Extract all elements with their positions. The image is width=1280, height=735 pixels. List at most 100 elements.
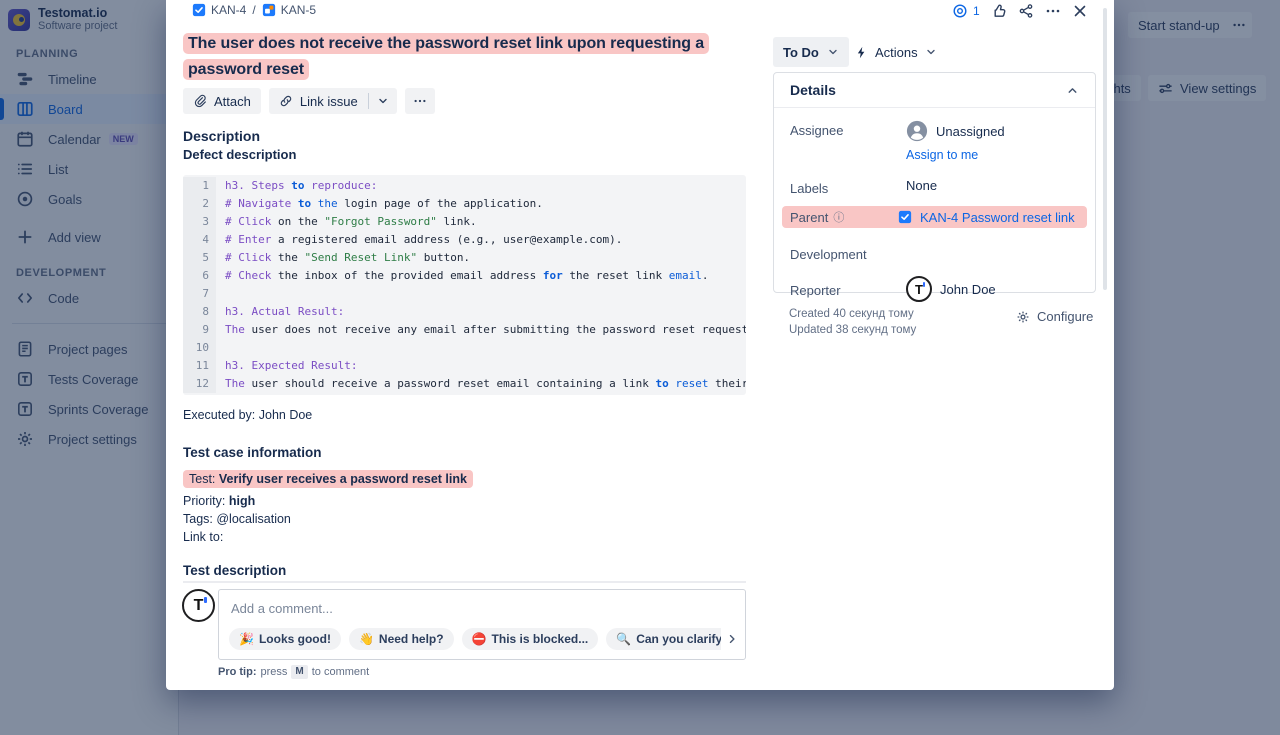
- labels-label: Labels: [790, 178, 906, 196]
- issue-title-highlight: The user does not receive the password r…: [183, 33, 709, 80]
- breadcrumb-parent-label: KAN-4: [211, 3, 246, 17]
- code-line-number: 4: [183, 231, 216, 249]
- reporter-avatar: T: [906, 276, 932, 302]
- parent-label: Parent: [790, 210, 828, 225]
- pill-label: Need help?: [379, 632, 444, 646]
- link-issue-button[interactable]: Link issue: [269, 88, 368, 114]
- assign-to-me-link[interactable]: Assign to me: [906, 148, 1005, 162]
- link-issue-caret[interactable]: [369, 88, 397, 114]
- more-icon: [413, 94, 427, 108]
- details-heading: Details: [790, 82, 836, 98]
- priority-label: Priority:: [183, 494, 229, 508]
- assignee-value[interactable]: Unassigned: [906, 120, 1005, 142]
- parent-row-highlight: Parent ⓘ KAN-4 Password reset link: [782, 206, 1087, 228]
- code-line-content: # Click on the "Forgot Password" link.: [216, 213, 746, 231]
- code-line: 12The user should receive a password res…: [183, 375, 746, 393]
- current-user-avatar: T: [182, 589, 215, 622]
- attach-button[interactable]: Attach: [183, 88, 261, 114]
- code-line: 3# Click on the "Forgot Password" link.: [183, 213, 746, 231]
- breadcrumb: KAN-4 / KAN-5: [192, 3, 316, 17]
- breadcrumb-parent[interactable]: KAN-4: [192, 3, 246, 17]
- code-line: 2# Navigate to the login page of the app…: [183, 195, 746, 213]
- thumbs-up-icon[interactable]: [991, 3, 1007, 19]
- share-icon[interactable]: [1018, 3, 1034, 19]
- chevron-up-icon[interactable]: [1066, 84, 1079, 97]
- gear-icon: [1016, 310, 1030, 324]
- test-value: Verify user receives a password reset li…: [219, 472, 467, 486]
- more-icon[interactable]: [1045, 3, 1061, 19]
- comment-box[interactable]: Add a comment... 🎉Looks good! 👋 Need help?…: [218, 589, 746, 660]
- watch-eye-icon[interactable]: [952, 3, 968, 19]
- test-line: Test: Verify user receives a password re…: [183, 470, 473, 488]
- code-line: 8h3. Actual Result:: [183, 303, 746, 321]
- code-line-content: h3. Expected Result:: [216, 357, 746, 375]
- labels-row: Labels None: [790, 178, 1079, 196]
- issue-title[interactable]: The user does not receive the password r…: [183, 31, 761, 83]
- test-line-highlight: Test: Verify user receives a password re…: [183, 470, 473, 488]
- parent-value[interactable]: KAN-4 Password reset link: [898, 210, 1075, 225]
- task-icon: [898, 210, 912, 224]
- pill-label: Can you clarify...?: [636, 632, 721, 646]
- configure-button[interactable]: Configure: [1016, 309, 1093, 324]
- info-icon[interactable]: ⓘ: [833, 209, 844, 225]
- comment-placeholder: Add a comment...: [231, 601, 333, 616]
- attach-label: Attach: [214, 94, 251, 109]
- toolbar-more-button[interactable]: [405, 88, 435, 114]
- modal-scrollbar[interactable]: [1103, 8, 1107, 290]
- code-line-content: [216, 285, 746, 303]
- issue-modal: KAN-4 / KAN-5 1 The user does not receiv…: [166, 0, 1114, 690]
- code-line: 6# Check the inbox of the provided email…: [183, 267, 746, 285]
- code-line: 4# Enter a registered email address (e.g…: [183, 231, 746, 249]
- status-dropdown[interactable]: To Do: [773, 37, 849, 67]
- pill-emoji-icon: 👋: [359, 632, 374, 646]
- labels-value[interactable]: None: [906, 178, 937, 193]
- details-panel: Details Assignee Unassigned Assign to me…: [773, 72, 1096, 293]
- pill-emoji-icon: ⛔: [472, 632, 487, 646]
- code-line-content: The user does not receive any email afte…: [216, 321, 746, 339]
- code-line-number: 7: [183, 285, 216, 303]
- configure-label: Configure: [1037, 309, 1093, 324]
- quick-reply-pill[interactable]: 🎉Looks good!: [229, 628, 341, 650]
- link-issue-split-button: Link issue: [269, 88, 397, 114]
- code-line-content: # Navigate to the login page of the appl…: [216, 195, 746, 213]
- quick-reply-pills: 🎉Looks good! 👋 Need help? ⛔ This is blocked.…: [229, 628, 721, 650]
- parent-link[interactable]: KAN-4 Password reset link: [920, 210, 1075, 225]
- code-line-number: 8: [183, 303, 216, 321]
- pills-scroll-right-button[interactable]: [721, 628, 743, 650]
- code-line-content: # Check the inbox of the provided email …: [216, 267, 746, 285]
- link-to-line: Link to:: [183, 528, 223, 546]
- reporter-value[interactable]: T John Doe: [906, 276, 996, 302]
- pill-label: This is blocked...: [492, 632, 589, 646]
- created-timestamp: Created 40 секунд тому: [789, 308, 914, 320]
- defect-code-block[interactable]: 1h3. Steps to reproduce:2# Navigate to t…: [183, 175, 746, 395]
- priority-line: Priority: high: [183, 492, 255, 510]
- code-line-number: 5: [183, 249, 216, 267]
- pro-tip: Pro tip: press M to comment: [218, 665, 369, 679]
- pro-tip-end: to comment: [312, 666, 369, 678]
- close-icon[interactable]: [1072, 3, 1088, 19]
- actions-dropdown[interactable]: Actions: [849, 37, 943, 67]
- details-panel-header[interactable]: Details: [774, 73, 1095, 108]
- paperclip-icon: [193, 94, 207, 108]
- quick-reply-pill[interactable]: 👋 Need help?: [349, 628, 454, 650]
- test-label: Test:: [189, 472, 219, 486]
- pro-tip-key: M: [291, 665, 307, 679]
- watch-count: 1: [973, 4, 980, 18]
- lightning-icon: [855, 46, 868, 59]
- code-line: 5# Click the "Send Reset Link" button.: [183, 249, 746, 267]
- section-divider: [183, 581, 746, 583]
- development-label: Development: [790, 244, 906, 262]
- breadcrumb-current[interactable]: KAN-5: [262, 3, 316, 17]
- quick-reply-pill[interactable]: 🔍Can you clarify...?: [606, 628, 721, 650]
- code-line-number: 2: [183, 195, 216, 213]
- code-line: 9The user does not receive any email aft…: [183, 321, 746, 339]
- pill-label: Looks good!: [259, 632, 331, 646]
- link-icon: [279, 94, 293, 108]
- code-line-number: 11: [183, 357, 216, 375]
- priority-value: high: [229, 494, 255, 508]
- assignee-row: Assignee Unassigned Assign to me: [790, 120, 1079, 162]
- description-heading: Description: [183, 128, 260, 144]
- quick-reply-pill[interactable]: ⛔ This is blocked...: [462, 628, 599, 650]
- parent-label-wrap: Parent ⓘ: [790, 209, 898, 225]
- tags-line: Tags: @localisation: [183, 510, 291, 528]
